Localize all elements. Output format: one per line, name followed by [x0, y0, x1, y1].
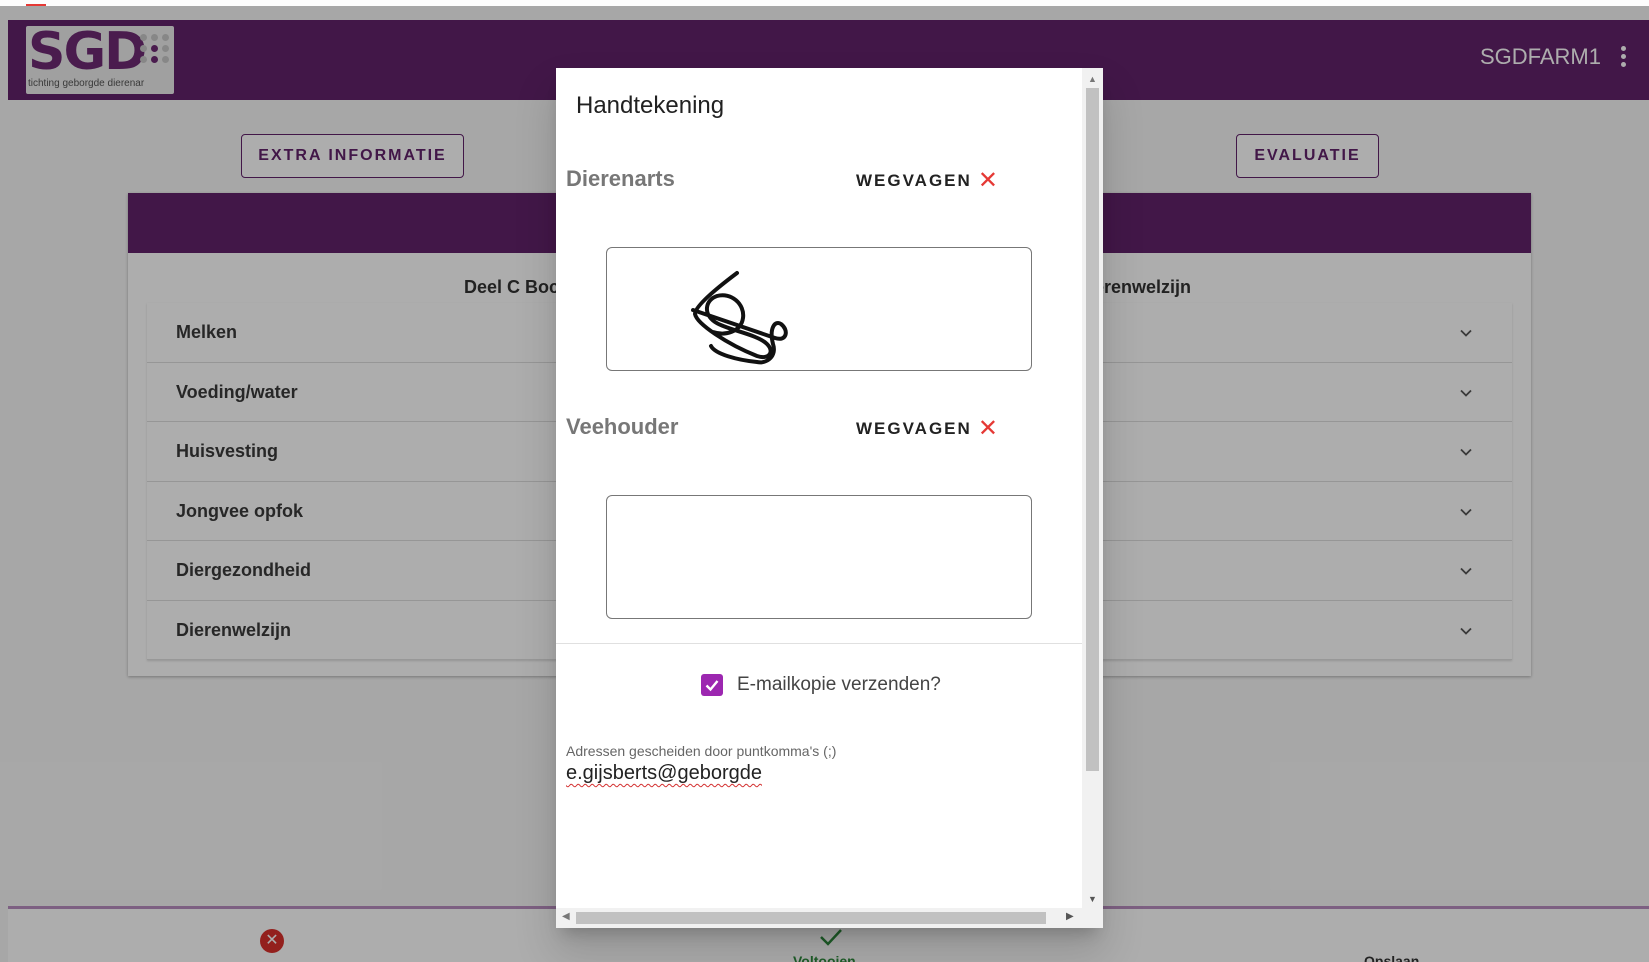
- farmer-signature-label: Veehouder: [566, 414, 679, 439]
- vertical-scroll-thumb[interactable]: [1086, 88, 1099, 771]
- scroll-right-arrow-icon[interactable]: ▶: [1066, 911, 1074, 922]
- scroll-down-arrow-icon[interactable]: ▼: [1088, 894, 1097, 904]
- dialog-divider: [556, 643, 1082, 644]
- email-copy-row[interactable]: E-mailkopie verzenden?: [701, 674, 941, 696]
- clear-label: WEGVAGEN: [856, 171, 972, 190]
- scroll-left-arrow-icon[interactable]: ◀: [562, 911, 570, 922]
- email-copy-checkbox[interactable]: [701, 674, 723, 696]
- horizontal-scrollbar[interactable]: ◀ ▶: [556, 908, 1103, 928]
- clear-vet-signature-button[interactable]: WEGVAGEN ✕: [856, 169, 998, 193]
- clear-farmer-signature-button[interactable]: WEGVAGEN ✕: [856, 417, 998, 441]
- vet-signature-pad[interactable]: [606, 247, 1032, 371]
- email-field[interactable]: e.gijsberts@geborgde: [566, 762, 762, 785]
- signature-scribble: [691, 271, 788, 365]
- top-strip-marker: [26, 4, 46, 6]
- email-field-hint: Adressen gescheiden door puntkomma's (;): [566, 743, 837, 759]
- close-icon: ✕: [977, 167, 998, 194]
- vertical-scrollbar[interactable]: ▲ ▼: [1082, 68, 1103, 908]
- close-icon: ✕: [977, 415, 998, 442]
- browser-top-strip: [0, 0, 1649, 6]
- farmer-signature-pad[interactable]: [606, 495, 1032, 619]
- email-copy-label: E-mailkopie verzenden?: [737, 674, 941, 695]
- dialog-title: Handtekening: [576, 92, 725, 119]
- clear-label: WEGVAGEN: [856, 419, 972, 438]
- vet-signature-label: Dierenarts: [566, 166, 675, 191]
- scroll-up-arrow-icon[interactable]: ▲: [1088, 74, 1097, 84]
- check-icon: [705, 680, 719, 692]
- horizontal-scroll-thumb[interactable]: [576, 912, 1046, 924]
- page: SGD tichting geborgde dierenar SGDFARM1 …: [0, 0, 1649, 962]
- signature-dialog: Handtekening Dierenarts WEGVAGEN ✕ Veeho…: [556, 68, 1103, 928]
